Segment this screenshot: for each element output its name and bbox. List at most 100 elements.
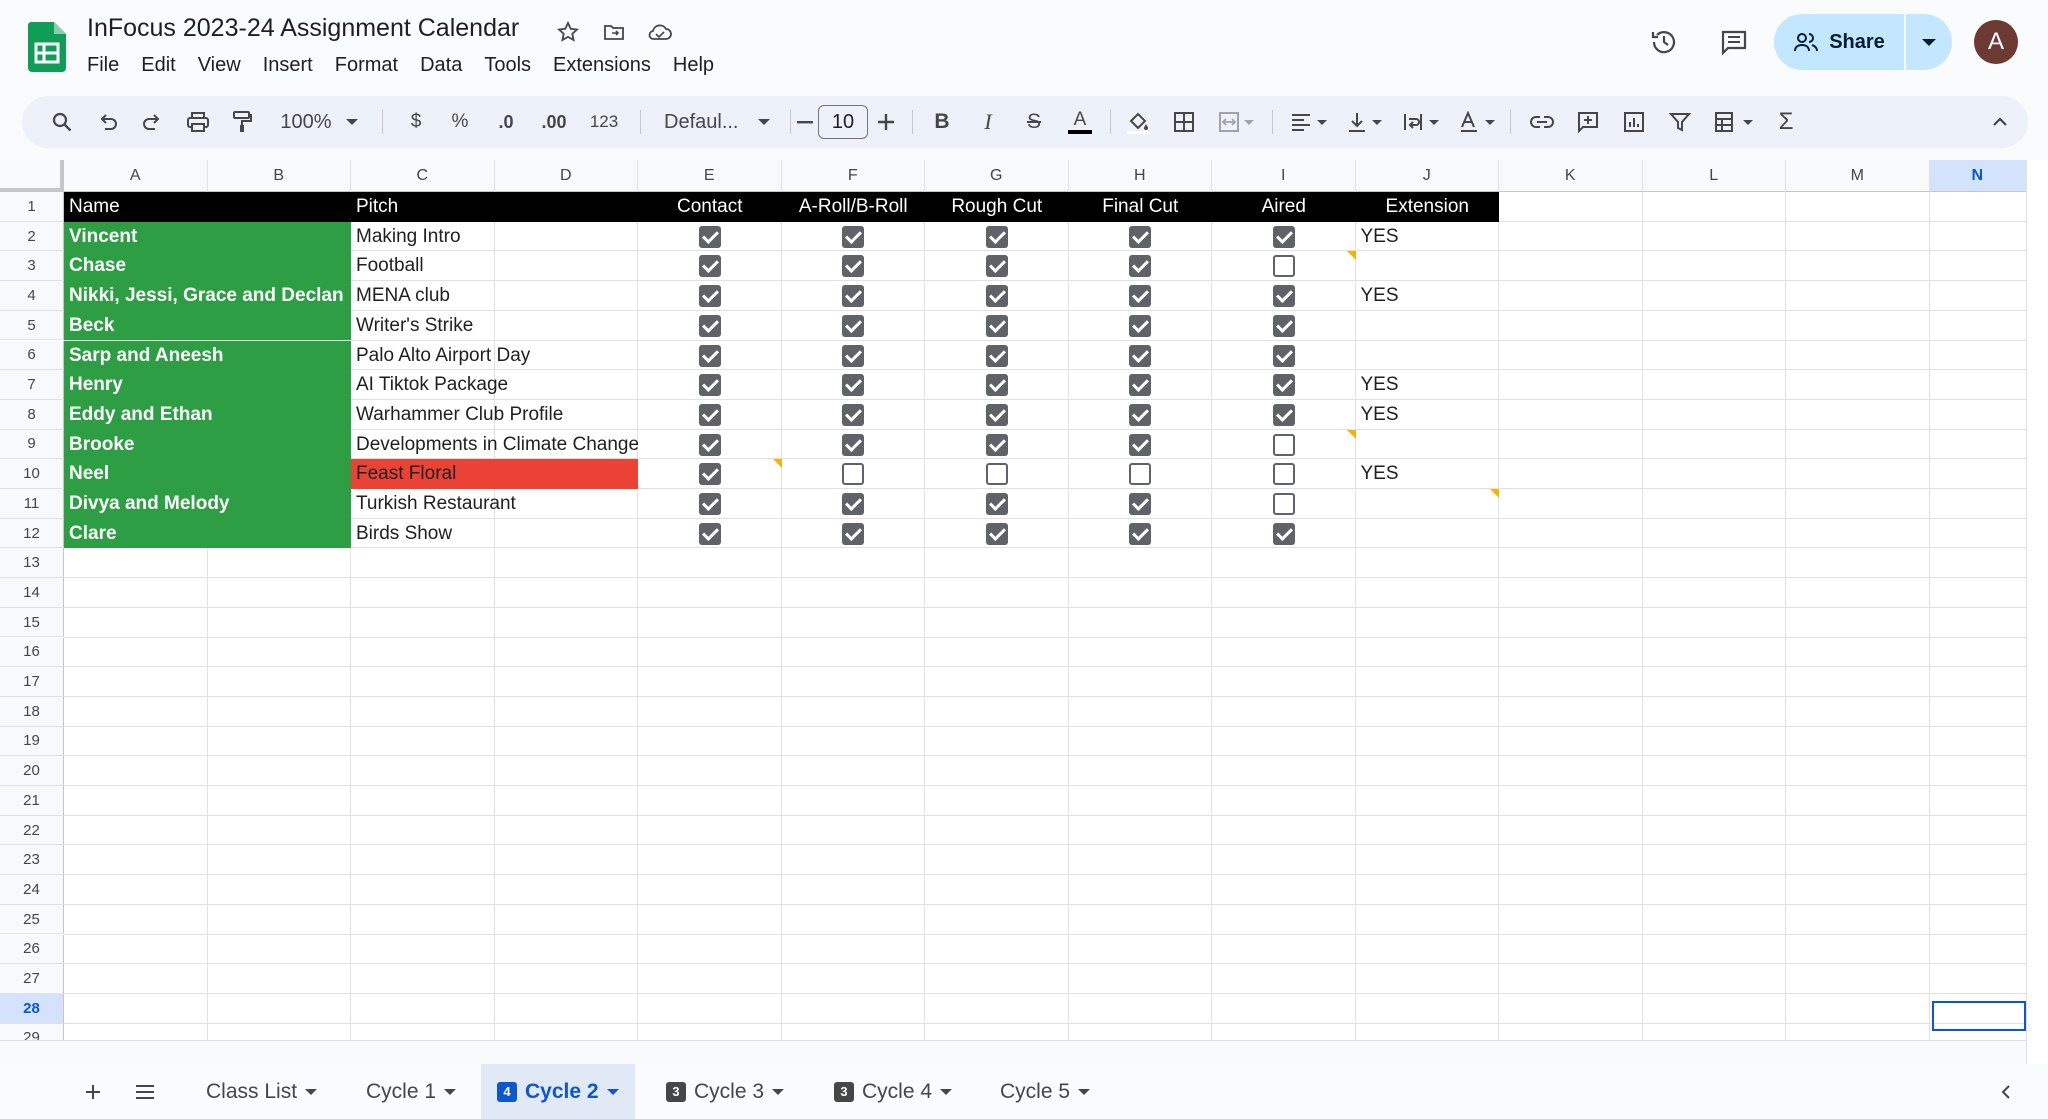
row-header-22[interactable]: 22	[0, 815, 64, 846]
sheet-tab-cycle-5[interactable]: Cycle 5	[984, 1064, 1106, 1119]
font-size-input[interactable]: 10	[818, 105, 868, 139]
row-header-29[interactable]: 29	[0, 1023, 64, 1040]
extension-cell[interactable]: YES	[1356, 222, 1500, 252]
column-header-b[interactable]: B	[207, 160, 351, 192]
menu-help[interactable]: Help	[662, 52, 725, 82]
insert-link-icon[interactable]	[1524, 96, 1560, 148]
extension-cell[interactable]	[1356, 251, 1500, 281]
more-formats-button[interactable]: 123	[582, 96, 626, 148]
row-header-11[interactable]: 11	[0, 489, 64, 519]
document-title[interactable]: InFocus 2023-24 Assignment Calendar	[87, 14, 519, 43]
insert-comment-icon[interactable]	[1570, 96, 1606, 148]
checkbox-checked[interactable]	[985, 374, 1008, 397]
pitch-cell[interactable]: MENA club	[351, 281, 638, 311]
menu-file[interactable]: File	[76, 52, 130, 82]
checkbox-unchecked[interactable]	[1272, 493, 1295, 515]
horizontal-align-icon[interactable]	[1284, 96, 1332, 148]
filter-icon[interactable]	[1662, 96, 1698, 148]
checkbox-checked[interactable]	[698, 285, 721, 308]
header-cell-pitch[interactable]: Pitch	[351, 192, 638, 222]
insert-chart-icon[interactable]	[1616, 96, 1652, 148]
checkbox-unchecked[interactable]	[1129, 463, 1152, 486]
row-header-15[interactable]: 15	[0, 607, 64, 638]
move-folder-icon[interactable]	[600, 18, 628, 46]
checkbox-checked[interactable]	[1129, 314, 1152, 337]
checkbox-checked[interactable]	[698, 314, 721, 337]
checkbox-checked[interactable]	[842, 285, 865, 308]
checkbox-checked[interactable]	[698, 403, 721, 426]
menu-tools[interactable]: Tools	[473, 52, 542, 82]
chevron-down-icon[interactable]	[444, 1088, 457, 1095]
name-cell[interactable]: Clare	[64, 518, 351, 549]
row-header-24[interactable]: 24	[0, 875, 64, 905]
checkbox-checked[interactable]	[985, 493, 1008, 515]
redo-icon[interactable]	[134, 96, 170, 148]
extension-cell[interactable]	[1356, 341, 1500, 371]
pitch-cell[interactable]: Making Intro	[351, 222, 638, 252]
checkbox-unchecked[interactable]	[985, 463, 1008, 486]
row-header-19[interactable]: 19	[0, 726, 64, 757]
share-button[interactable]: Share	[1774, 14, 1904, 70]
text-color-icon[interactable]: A	[1062, 96, 1098, 148]
row-header-13[interactable]: 13	[0, 548, 64, 579]
row-header-16[interactable]: 16	[0, 637, 64, 668]
checkbox-checked[interactable]	[842, 314, 865, 337]
name-cell[interactable]: Beck	[64, 310, 351, 341]
column-header-h[interactable]: H	[1068, 160, 1212, 192]
name-cell[interactable]: Henry	[64, 370, 351, 400]
checkbox-checked[interactable]	[698, 463, 721, 486]
menu-insert[interactable]: Insert	[252, 52, 324, 82]
checkbox-checked[interactable]	[842, 344, 865, 367]
column-header-c[interactable]: C	[351, 160, 495, 192]
header-cell-extension[interactable]: Extension	[1355, 192, 1499, 222]
extension-cell[interactable]: YES	[1356, 459, 1500, 489]
row-header-17[interactable]: 17	[0, 667, 64, 697]
chevron-down-icon[interactable]	[772, 1088, 785, 1095]
extension-cell[interactable]	[1356, 489, 1500, 519]
name-cell[interactable]: Nikki, Jessi, Grace and Declan	[64, 281, 351, 311]
percent-format-button[interactable]: %	[442, 96, 478, 148]
row-header-12[interactable]: 12	[0, 518, 64, 549]
extension-cell[interactable]	[1356, 430, 1500, 460]
column-header-l[interactable]: L	[1642, 160, 1786, 192]
sheets-logo-icon[interactable]	[28, 22, 66, 72]
sheet-tab-cycle-1[interactable]: Cycle 1	[350, 1064, 472, 1119]
sheet-tab-cycle-4[interactable]: 3 Cycle 4	[818, 1064, 968, 1119]
checkbox-checked[interactable]	[1272, 314, 1295, 337]
column-header-d[interactable]: D	[494, 160, 638, 192]
checkbox-checked[interactable]	[698, 493, 721, 515]
name-cell[interactable]: Vincent	[64, 221, 351, 252]
row-header-5[interactable]: 5	[0, 310, 64, 341]
checkbox-checked[interactable]	[985, 255, 1008, 278]
merge-cells-icon[interactable]	[1212, 96, 1260, 148]
sheet-tab-cycle-3[interactable]: 3 Cycle 3	[650, 1064, 800, 1119]
row-header-28[interactable]: 28	[0, 993, 64, 1024]
checkbox-checked[interactable]	[985, 285, 1008, 308]
column-header-n[interactable]: N	[1929, 160, 2026, 192]
checkbox-checked[interactable]	[698, 225, 721, 248]
all-sheets-menu-icon[interactable]	[122, 1064, 168, 1119]
name-cell[interactable]: Eddy and Ethan	[64, 399, 351, 430]
row-header-3[interactable]: 3	[0, 251, 64, 282]
row-header-4[interactable]: 4	[0, 281, 64, 311]
active-cell-selection[interactable]	[1932, 1001, 2026, 1031]
zoom-select[interactable]: 100%	[274, 96, 364, 148]
pitch-cell[interactable]: Warhammer Club Profile	[351, 400, 638, 430]
search-menus-icon[interactable]	[44, 96, 80, 148]
header-cell-rough[interactable]: Rough Cut	[925, 192, 1069, 222]
checkbox-checked[interactable]	[1129, 255, 1152, 278]
row-header-2[interactable]: 2	[0, 221, 64, 252]
row-header-9[interactable]: 9	[0, 429, 64, 460]
checkbox-checked[interactable]	[698, 522, 721, 545]
name-cell[interactable]: Divya and Melody	[64, 489, 351, 519]
menu-format[interactable]: Format	[324, 52, 409, 82]
row-header-14[interactable]: 14	[0, 578, 64, 608]
column-header-a[interactable]: A	[64, 160, 208, 192]
collapse-toolbar-icon[interactable]	[1982, 96, 2018, 148]
borders-icon[interactable]	[1166, 96, 1202, 148]
checkbox-checked[interactable]	[842, 522, 865, 545]
pitch-cell[interactable]: Writer's Strike	[351, 311, 638, 341]
print-icon[interactable]	[180, 96, 216, 148]
row-header-25[interactable]: 25	[0, 904, 64, 935]
pitch-cell[interactable]: Feast Floral	[351, 459, 638, 489]
